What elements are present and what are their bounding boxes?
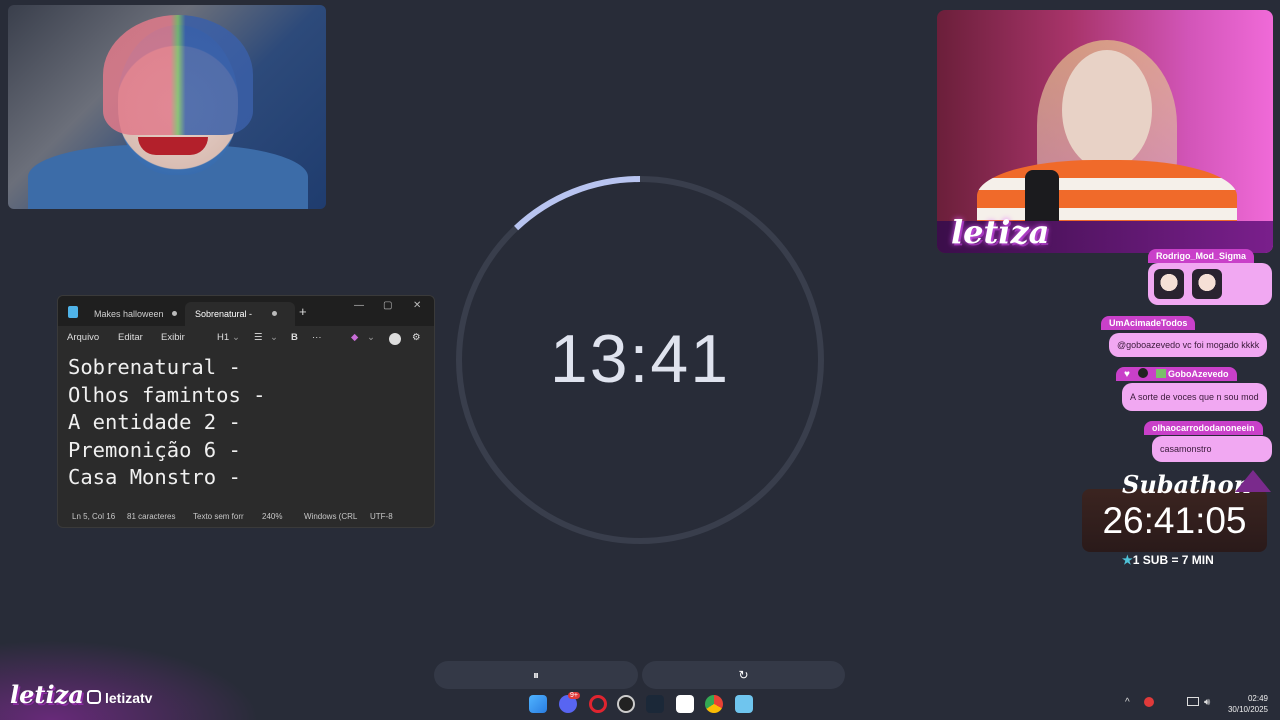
cat-badge-icon	[1138, 368, 1148, 378]
menu-edit[interactable]: Editar	[118, 332, 143, 343]
character-count: 81 caracteres	[127, 512, 176, 521]
webcam-right: letiza	[937, 10, 1273, 253]
minimize-button[interactable]: —	[354, 300, 364, 311]
text-line: A entidade 2 -	[68, 410, 241, 434]
chat-username: Rodrigo_Mod_Sigma	[1148, 249, 1255, 263]
webcam-left-hair	[103, 15, 253, 135]
chat-username: UmAcimadeTodos	[1101, 316, 1196, 330]
line-ending[interactable]: Windows (CRL	[304, 512, 357, 521]
text-format[interactable]: Texto sem forr	[193, 512, 244, 521]
subathon-rule: ★1 SUB = 7 MIN	[1122, 553, 1214, 567]
reset-button[interactable]: ↻	[642, 661, 845, 689]
star-icon: ★	[1122, 553, 1133, 567]
webcam-right-face	[1062, 50, 1152, 170]
subathon-timer: 26:41:05	[1102, 500, 1247, 541]
brand-logo: letiza	[10, 680, 84, 709]
unsaved-dot-icon	[172, 311, 177, 316]
chat-message: @goboazevedo vc foi mogado kkkk	[1109, 333, 1268, 357]
close-button[interactable]: ✕	[413, 300, 421, 311]
timer-display: 13:41	[549, 321, 731, 397]
notepad-icon[interactable]	[735, 695, 753, 713]
chat-message: A sorte de voces que n sou mod	[1122, 383, 1267, 411]
chevron-down-icon: ⌄	[232, 332, 240, 343]
menu-view[interactable]: Exibir	[161, 332, 185, 343]
clock-date: 30/10/2025	[1227, 705, 1268, 714]
copilot-icon[interactable]: ◆	[351, 332, 358, 343]
tab-sobrenatural[interactable]: Sobrenatural -	[185, 302, 295, 326]
cursor-position: Ln 5, Col 16	[72, 512, 116, 521]
notepad-text-area[interactable]: Sobrenatural - Olhos famintos - A entida…	[68, 354, 265, 492]
volume-icon[interactable]: 🔊︎	[1204, 697, 1210, 708]
text-line: Casa Monstro -	[68, 465, 241, 489]
emote-icon	[1192, 269, 1222, 299]
heading-dropdown[interactable]: H1	[217, 332, 229, 343]
settings-gear-icon[interactable]: ⚙	[412, 332, 421, 343]
witch-hat-icon	[1235, 470, 1271, 492]
notepad-tab-bar: Makes halloween Sobrenatural - + — ▢ ✕	[58, 296, 434, 326]
network-icon[interactable]	[1187, 697, 1199, 706]
chat-message: casamonstro	[1152, 436, 1272, 462]
sub-badge-icon	[1156, 369, 1166, 378]
list-icon[interactable]: ☰	[254, 332, 263, 343]
encoding[interactable]: UTF-8	[370, 512, 393, 521]
notepad-window[interactable]: Makes halloween Sobrenatural - + — ▢ ✕ A…	[57, 295, 435, 528]
tab-label: Sobrenatural -	[195, 309, 253, 319]
instagram-icon	[87, 690, 101, 704]
webcam-left-makeup	[138, 137, 208, 155]
notepad-menu-bar: Arquivo Editar Exibir H1 ⌄ ☰ ⌄ B ··· ◆ ⌄…	[58, 326, 434, 352]
tray-app-icon[interactable]	[1144, 697, 1154, 707]
maximize-button[interactable]: ▢	[383, 300, 392, 311]
obs-icon[interactable]	[617, 695, 635, 713]
text-line: Sobrenatural -	[68, 355, 241, 379]
capcut-icon[interactable]	[676, 695, 694, 713]
account-icon[interactable]	[389, 333, 401, 345]
chat-username: GoboAzevedo	[1116, 367, 1237, 381]
chat-message-emotes	[1148, 263, 1272, 305]
zoom-level[interactable]: 240%	[262, 512, 282, 521]
heart-badge-icon: ♥	[1124, 369, 1130, 380]
chevron-down-icon: ⌄	[367, 332, 375, 343]
webcam-left	[8, 5, 326, 209]
webcam-logo: letiza	[951, 213, 1050, 251]
subathon-title: Subathon	[1122, 470, 1252, 499]
unsaved-dot-icon	[272, 311, 277, 316]
text-line: Premonição 6 -	[68, 437, 241, 462]
chevron-down-icon: ⌄	[270, 332, 278, 343]
subathon-rule-text: 1 SUB = 7 MIN	[1132, 553, 1214, 567]
timer-progress-arc	[514, 176, 641, 231]
tab-label: Makes halloween	[94, 309, 164, 319]
chat-username: olhaocarrododanoneein	[1144, 421, 1263, 435]
clock-time: 02:49	[1247, 694, 1268, 703]
windows-start-icon[interactable]	[529, 695, 547, 713]
steam-icon[interactable]	[646, 695, 664, 713]
discord-badge: 9+	[568, 692, 580, 699]
chrome-icon[interactable]	[705, 695, 723, 713]
menu-file[interactable]: Arquivo	[67, 332, 99, 343]
opera-icon[interactable]	[589, 695, 607, 713]
notepad-app-icon	[68, 306, 78, 318]
instagram-handle: letizatv	[105, 690, 153, 706]
taskbar-clock[interactable]: 02:49 30/10/2025	[1224, 693, 1268, 715]
pause-button[interactable]: ⏸	[434, 661, 638, 689]
new-tab-button[interactable]: +	[299, 304, 307, 319]
notepad-status-bar: Ln 5, Col 16 81 caracteres Texto sem for…	[58, 507, 434, 527]
bold-button[interactable]: B	[291, 332, 298, 343]
emote-icon	[1154, 269, 1184, 299]
more-options-button[interactable]: ···	[312, 332, 322, 343]
tray-chevron-icon[interactable]: ^	[1125, 697, 1130, 708]
text-line: Olhos famintos -	[68, 382, 266, 407]
